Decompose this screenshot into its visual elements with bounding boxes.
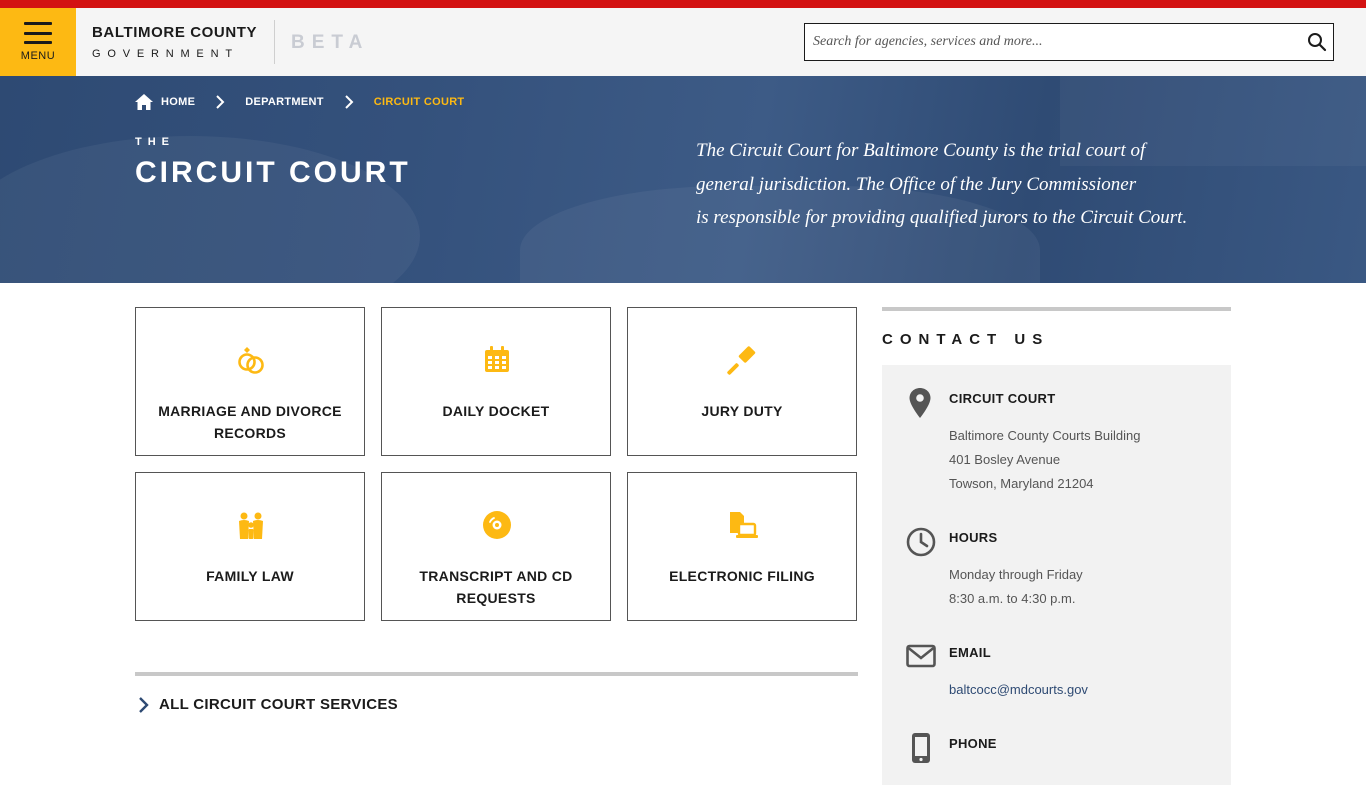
tile-label: TRANSCRIPT AND CD REQUESTS — [390, 565, 602, 609]
home-icon — [135, 94, 153, 110]
breadcrumb: HOME DEPARTMENT CIRCUIT COURT — [135, 94, 464, 110]
menu-button[interactable]: MENU — [0, 8, 76, 76]
tile-daily-docket[interactable]: DAILY DOCKET — [381, 307, 611, 456]
search-icon[interactable] — [1307, 32, 1327, 52]
search-input[interactable] — [805, 24, 1295, 60]
tile-label: JURY DUTY — [636, 400, 848, 422]
breadcrumb-home-label: HOME — [161, 96, 196, 108]
hero-pre-title: THE — [135, 136, 175, 148]
chevron-right-icon — [139, 697, 149, 713]
tile-label-line: TRANSCRIPT AND CD — [419, 568, 573, 584]
menu-label: MENU — [20, 50, 56, 62]
breadcrumb-department[interactable]: DEPARTMENT — [245, 96, 324, 108]
breadcrumb-home[interactable]: HOME — [135, 94, 195, 110]
tile-label: ELECTRONIC FILING — [636, 565, 848, 587]
tile-label: DAILY DOCKET — [390, 400, 602, 422]
map-pin-icon — [909, 388, 931, 418]
logo-title: BALTIMORE COUNTY — [92, 24, 258, 41]
address-line: Towson, Maryland 21204 — [949, 476, 1094, 491]
all-services-label: ALL CIRCUIT COURT SERVICES — [159, 696, 398, 713]
efiling-icon — [730, 512, 758, 538]
hours-heading: HOURS — [949, 530, 998, 545]
hero-description-line: is responsible for providing qualified j… — [696, 207, 1188, 228]
family-icon — [239, 512, 263, 539]
phone-heading: PHONE — [949, 736, 997, 751]
tile-family-law[interactable]: FAMILY LAW — [135, 472, 365, 621]
hero-description-line: general jurisdiction. The Office of the … — [696, 173, 1137, 195]
tile-marriage-divorce-records[interactable]: MARRIAGE AND DIVORCE RECORDS — [135, 307, 365, 456]
tile-label-line: MARRIAGE AND DIVORCE — [158, 403, 342, 419]
site-header: MENU BALTIMORE COUNTY GOVERNMENT BETA — [0, 8, 1366, 76]
email-heading: EMAIL — [949, 645, 991, 660]
tile-label: MARRIAGE AND DIVORCE RECORDS — [144, 400, 356, 444]
envelope-icon — [906, 644, 936, 668]
tile-label-line: ELECTRONIC FILING — [669, 568, 815, 584]
tile-label-line: RECORDS — [213, 425, 287, 441]
gavel-icon — [727, 346, 756, 375]
clock-icon — [906, 527, 936, 557]
hours-line: Monday through Friday — [949, 567, 1083, 582]
tile-label-line: REQUESTS — [456, 590, 536, 606]
tile-jury-duty[interactable]: JURY DUTY — [627, 307, 857, 456]
logo-subtitle: GOVERNMENT — [92, 48, 239, 60]
disc-icon — [483, 511, 511, 539]
beta-label: BETA — [291, 32, 370, 53]
chevron-right-icon — [216, 95, 225, 109]
hero-banner: HOME DEPARTMENT CIRCUIT COURT THE CIRCUI… — [0, 76, 1366, 283]
email-link[interactable]: baltcocc@mdcourts.gov — [949, 682, 1088, 697]
site-logo[interactable]: BALTIMORE COUNTY GOVERNMENT — [92, 24, 257, 60]
hours-line: 8:30 a.m. to 4:30 p.m. — [949, 591, 1076, 606]
rings-icon — [238, 347, 264, 374]
contact-sidebar: CONTACT US CIRCUIT COURT Baltimore Count… — [882, 307, 1231, 785]
address-line: Baltimore County Courts Building — [949, 428, 1141, 443]
breadcrumb-current: CIRCUIT COURT — [373, 96, 465, 108]
tile-electronic-filing[interactable]: ELECTRONIC FILING — [627, 472, 857, 621]
hero-description: The Circuit Court for Baltimore County i… — [696, 134, 1236, 235]
page-title: CIRCUIT COURT — [135, 156, 411, 189]
contact-title: CONTACT US — [882, 331, 1050, 348]
tile-label-line: JURY DUTY — [701, 403, 783, 419]
address-line: 401 Bosley Avenue — [949, 452, 1061, 467]
logo-divider — [274, 20, 275, 64]
all-services-link[interactable]: ALL CIRCUIT COURT SERVICES — [135, 672, 858, 713]
chevron-right-icon — [345, 95, 354, 109]
tile-transcript-cd-requests[interactable]: TRANSCRIPT AND CD REQUESTS — [381, 472, 611, 621]
calendar-icon — [485, 346, 509, 372]
search-box — [804, 23, 1334, 61]
phone-icon — [912, 733, 930, 763]
tile-label-line: FAMILY LAW — [206, 568, 294, 584]
hero-description-line: The Circuit Court for Baltimore County i… — [696, 140, 1146, 161]
tile-label-line: DAILY DOCKET — [442, 403, 550, 419]
hamburger-icon — [24, 22, 52, 44]
contact-divider — [882, 307, 1231, 311]
top-accent-bar — [0, 0, 1366, 8]
address-heading: CIRCUIT COURT — [949, 391, 1056, 406]
tile-label: FAMILY LAW — [144, 565, 356, 587]
contact-panel: CIRCUIT COURT Baltimore County Courts Bu… — [882, 365, 1231, 785]
